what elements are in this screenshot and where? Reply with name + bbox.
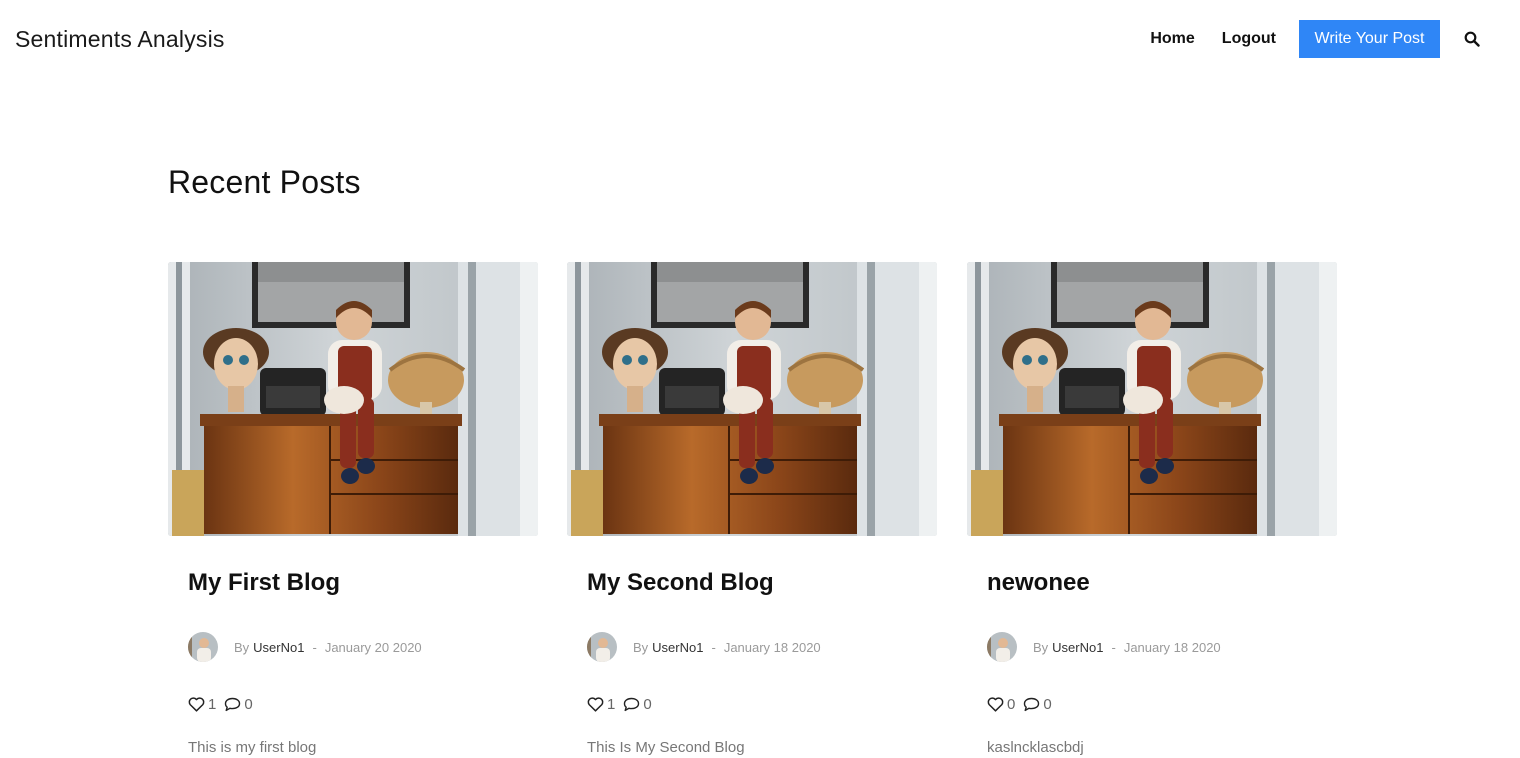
post-meta: By UserNo1 - January 18 2020 [987,632,1221,662]
post-stats: 0 0 [987,696,1052,713]
meta-separator: - [711,639,716,655]
by-label: By [234,639,250,655]
by-label: By [1033,639,1049,655]
post-title[interactable]: newonee [987,569,1090,597]
comment-count: 0 [643,696,652,713]
post-image[interactable] [567,262,937,536]
by-label: By [633,639,649,655]
post-stats: 1 0 [188,696,253,713]
like-button[interactable]: 1 [587,696,615,713]
post-excerpt: This Is My Second Blog [587,739,745,756]
brand-title[interactable]: Sentiments Analysis [15,26,225,53]
comment-button[interactable]: 0 [224,696,253,713]
comment-count: 0 [244,696,253,713]
like-count: 0 [1007,696,1016,713]
post-title[interactable]: My Second Blog [587,569,774,597]
post-date: January 20 2020 [324,639,422,655]
like-button[interactable]: 0 [987,696,1015,713]
section-title: Recent Posts [168,164,361,200]
search-icon[interactable] [1464,31,1480,47]
comment-button[interactable]: 0 [1023,696,1052,713]
top-nav: Home Logout Write Your Post [1150,20,1480,58]
post-card: My Second Blog By UserNo1 - January 18 2… [567,262,937,756]
heart-icon [188,697,205,712]
avatar [987,632,1017,662]
like-count: 1 [208,696,217,713]
post-image[interactable] [168,262,538,536]
nav-home-link[interactable]: Home [1150,30,1194,48]
post-card: newonee By UserNo1 - January 18 2020 0 0… [967,262,1337,756]
avatar [188,632,218,662]
post-meta: By UserNo1 - January 20 2020 [188,632,422,662]
comment-icon [1024,697,1040,712]
author-link[interactable]: UserNo1 [1052,640,1103,655]
like-count: 1 [607,696,616,713]
post-excerpt: kaslncklascbdj [987,739,1084,756]
post-date: January 18 2020 [723,639,821,655]
post-excerpt: This is my first blog [188,739,317,756]
comment-count: 0 [1043,696,1052,713]
heart-icon [587,697,604,712]
comment-icon [624,697,640,712]
post-image[interactable] [967,262,1337,536]
avatar [587,632,617,662]
comment-button[interactable]: 0 [623,696,652,713]
comment-icon [225,697,241,712]
author-link[interactable]: UserNo1 [253,640,304,655]
post-date: January 18 2020 [1123,639,1221,655]
meta-separator: - [1111,639,1116,655]
nav-logout-link[interactable]: Logout [1222,30,1276,48]
like-button[interactable]: 1 [188,696,216,713]
post-meta: By UserNo1 - January 18 2020 [587,632,821,662]
meta-separator: - [312,639,317,655]
post-stats: 1 0 [587,696,652,713]
write-post-button[interactable]: Write Your Post [1299,20,1440,58]
author-link[interactable]: UserNo1 [652,640,703,655]
post-title[interactable]: My First Blog [188,569,340,597]
heart-icon [987,697,1004,712]
post-card: My First Blog By UserNo1 - January 20 20… [168,262,538,756]
